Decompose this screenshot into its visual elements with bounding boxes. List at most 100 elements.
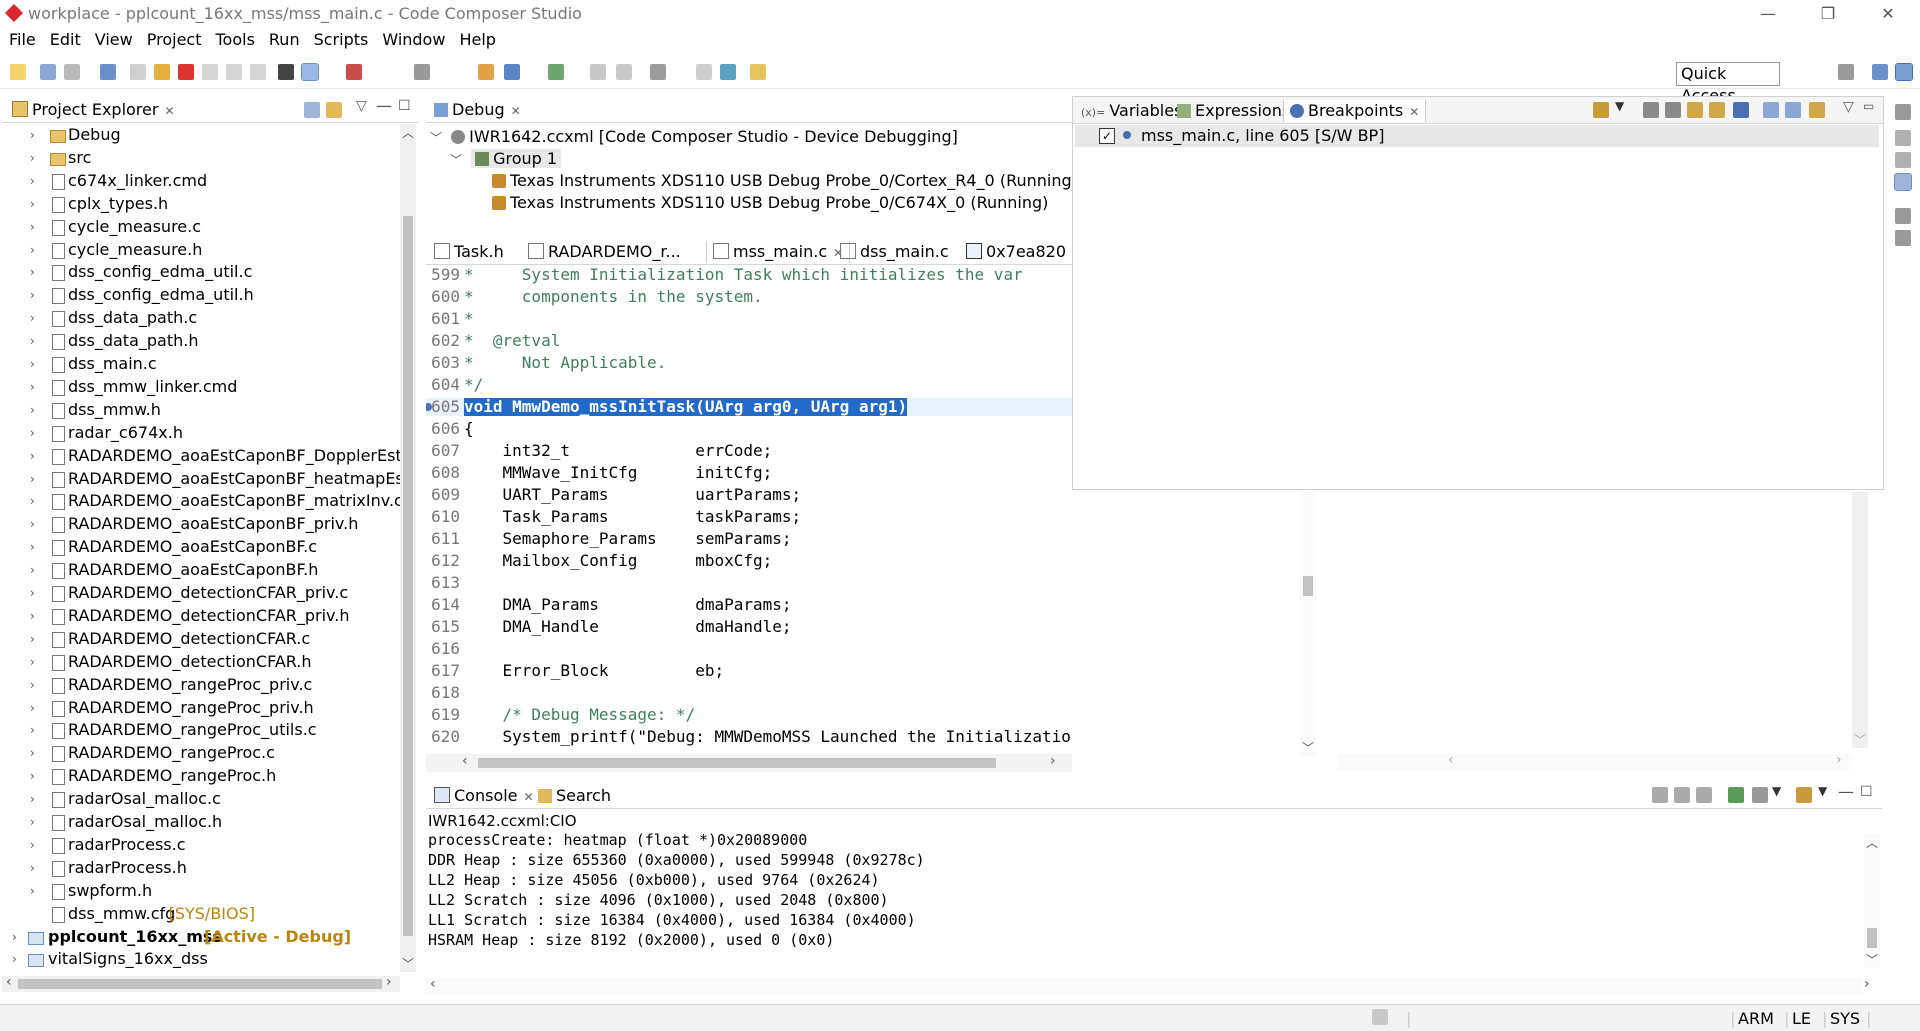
trim-outline-icon[interactable] [1895, 230, 1911, 246]
code-line[interactable]: 605 void MmwDemo_mssInitTask(UArg arg0, U… [426, 398, 1072, 416]
minimize-view-icon[interactable]: — [376, 96, 392, 115]
tab-mss-main-c[interactable]: mss_main.c ✕ [706, 241, 851, 263]
new-icon[interactable] [10, 64, 26, 80]
scroll-thumb[interactable] [1303, 576, 1313, 596]
chevron-right-icon[interactable]: › [12, 926, 22, 948]
tree-item[interactable]: › cplx_types.h [2, 193, 400, 215]
code-line[interactable]: 601 * [426, 310, 1072, 328]
tree-item[interactable]: › RADARDEMO_detectionCFAR_priv.c [2, 582, 400, 604]
open-perspective-icon[interactable] [1838, 64, 1854, 80]
debug-group-row[interactable]: ﹀ Group 1 [450, 148, 1078, 170]
console-hscroll[interactable]: ‹ › [426, 976, 1870, 994]
display-console-icon[interactable] [1752, 787, 1768, 803]
scroll-down-icon[interactable]: ﹀ [1302, 739, 1314, 756]
pin-console-icon[interactable] [1728, 787, 1744, 803]
breakpoint-enabled-checkbox[interactable]: ✓ [1099, 128, 1115, 144]
maximize-view-icon[interactable]: ☐ [1860, 784, 1873, 800]
code-line[interactable]: 612 Mailbox_Config mboxCfg; [426, 552, 1072, 570]
project-item[interactable]: › pplcount_16xx_mss [Active - Debug] [2, 926, 400, 948]
pin-icon[interactable] [750, 64, 766, 80]
tab-expressions[interactable]: Expressions [1171, 100, 1296, 122]
code-line[interactable]: 615 DMA_Handle dmaHandle; [426, 618, 1072, 636]
menu-scripts[interactable]: Scripts [307, 28, 376, 52]
view-menu-icon[interactable]: ▽ [1843, 99, 1854, 115]
chevron-right-icon[interactable]: › [30, 193, 40, 215]
scroll-lock-icon[interactable] [1674, 787, 1690, 803]
editor-hscroll[interactable]: ‹ › [426, 753, 1072, 772]
scroll-left-icon[interactable]: ‹ [430, 976, 436, 992]
tools-icon[interactable] [650, 64, 666, 80]
tree-item[interactable]: › c674x_linker.cmd [2, 170, 400, 192]
tree-item[interactable]: › RADARDEMO_detectionCFAR_priv.h [2, 605, 400, 627]
instruction-step-icon[interactable] [301, 63, 319, 81]
debug-root-row[interactable]: ﹀ IWR1642.ccxml [Code Composer Studio - … [430, 126, 1078, 148]
show-breakpoints-icon[interactable] [1687, 102, 1703, 118]
ccs-debug-perspective-icon[interactable] [1895, 63, 1913, 81]
code-area[interactable]: 599 * System Initialization Task which in… [426, 266, 1072, 752]
tree-item[interactable]: › radarProcess.c [2, 834, 400, 856]
chevron-right-icon[interactable]: › [30, 399, 40, 421]
tree-item[interactable]: › dss_mmw_linker.cmd [2, 376, 400, 398]
tab-disassembly[interactable]: 0x7ea820 [960, 241, 1072, 263]
editor-vscroll[interactable]: ﹀ [1300, 492, 1316, 756]
menu-edit[interactable]: Edit [43, 28, 88, 52]
tree-item[interactable]: › dss_config_edma_util.h [2, 284, 400, 306]
code-line[interactable]: 611 Semaphore_Params semParams; [426, 530, 1072, 548]
minimize-view-icon[interactable]: — [1838, 782, 1854, 801]
maximize-view-icon[interactable]: ☐ [398, 98, 411, 114]
hscroll-thumb[interactable] [478, 758, 996, 768]
chevron-right-icon[interactable]: › [30, 536, 40, 558]
chevron-right-icon[interactable]: › [30, 216, 40, 238]
scroll-right-icon[interactable]: › [386, 974, 392, 990]
chevron-right-icon[interactable]: › [30, 674, 40, 696]
chevron-right-icon[interactable]: › [30, 147, 40, 169]
code-line[interactable]: 607 int32_t errCode; [426, 442, 1072, 460]
tree-item[interactable]: › dss_mmw.h [2, 399, 400, 421]
chevron-right-icon[interactable]: › [30, 330, 40, 352]
console-clear-icon[interactable] [1652, 787, 1668, 803]
tree-item[interactable]: › radarOsal_malloc.h [2, 811, 400, 833]
view-menu-icon[interactable]: ▽ [356, 98, 367, 114]
status-task-icon[interactable] [1372, 1009, 1388, 1025]
build-icon[interactable] [548, 64, 564, 80]
tree-item[interactable]: › RADARDEMO_aoaEstCaponBF.h [2, 559, 400, 581]
chevron-right-icon[interactable]: › [30, 513, 40, 535]
chevron-right-icon[interactable]: › [30, 307, 40, 329]
menu-run[interactable]: Run [262, 28, 307, 52]
dropdown-icon[interactable]: ▼ [1615, 99, 1624, 113]
chevron-right-icon[interactable]: › [30, 559, 40, 581]
chevron-right-icon[interactable]: › [30, 719, 40, 741]
tree-item[interactable]: › RADARDEMO_aoaEstCaponBF_DopplerEst.c [2, 445, 400, 467]
scroll-up-icon[interactable]: ︿ [1866, 834, 1878, 851]
tree-item[interactable]: › swpform.h [2, 880, 400, 902]
chevron-right-icon[interactable]: › [30, 124, 40, 146]
breakpoint-row[interactable]: ✓ mss_main.c, line 605 [S/W BP] [1075, 125, 1879, 147]
chevron-right-icon[interactable]: › [30, 261, 40, 283]
tree-item[interactable]: › cycle_measure.h [2, 239, 400, 261]
trim-breakpoints-icon[interactable] [1894, 173, 1912, 191]
link-with-debug-icon[interactable] [1809, 102, 1825, 118]
scroll-up-icon[interactable]: ︿ [402, 124, 414, 141]
tab-console[interactable]: Console ✕ [428, 785, 540, 807]
menu-view[interactable]: View [88, 28, 140, 52]
code-line[interactable]: 603 * Not Applicable. [426, 354, 1072, 372]
tree-item[interactable]: › dss_main.c [2, 353, 400, 375]
terminate-icon[interactable] [178, 64, 194, 80]
chevron-right-icon[interactable]: › [30, 239, 40, 261]
chevron-right-icon[interactable]: › [30, 857, 40, 879]
save-icon[interactable] [40, 64, 56, 80]
chevron-right-icon[interactable]: › [30, 788, 40, 810]
tree-item[interactable]: › src [2, 147, 400, 169]
chevron-right-icon[interactable]: › [30, 834, 40, 856]
outline-vscroll[interactable]: ﹀ [1852, 492, 1868, 748]
tree-item[interactable]: › RADARDEMO_detectionCFAR.h [2, 651, 400, 673]
tab-radardemo[interactable]: RADARDEMO_r... [522, 241, 687, 263]
tab-search[interactable]: Search [532, 785, 617, 807]
save-all-icon[interactable] [64, 64, 80, 80]
tab-task-h[interactable]: Task.h [428, 241, 510, 263]
code-line[interactable]: 617 Error_Block eb; [426, 662, 1072, 680]
menu-help[interactable]: Help [452, 28, 502, 52]
remove-all-breakpoints-icon[interactable] [1665, 102, 1681, 118]
chevron-down-icon[interactable]: ﹀ [430, 131, 442, 145]
go-to-file-icon[interactable] [1709, 102, 1725, 118]
